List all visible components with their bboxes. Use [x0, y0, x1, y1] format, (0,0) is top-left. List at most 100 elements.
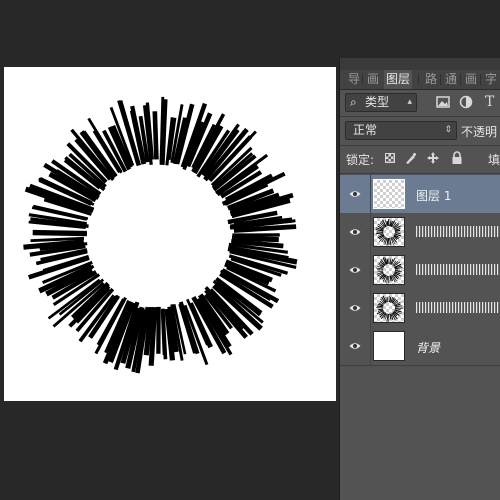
name-stripe — [431, 302, 433, 313]
name-stripe — [437, 226, 439, 237]
name-stripe — [428, 302, 430, 313]
name-stripe — [455, 264, 457, 275]
blend-mode-dropdown[interactable]: 正常 ⇕ — [345, 121, 457, 140]
eye-icon[interactable] — [349, 302, 361, 314]
name-stripe — [449, 226, 451, 237]
layer-row-layer-1[interactable]: 图层 1 — [340, 175, 500, 214]
name-stripe — [419, 302, 421, 313]
panel-tab-bar: 导 画 图层 路 通 画 字 — [340, 70, 500, 90]
visibility-toggle[interactable] — [340, 213, 371, 251]
fill-label: 填 — [488, 153, 500, 167]
visibility-toggle[interactable] — [340, 251, 371, 289]
name-stripe — [416, 264, 418, 275]
name-stripe — [425, 226, 427, 237]
layers-panel: 导 画 图层 路 通 画 字 ⌕ 类型 ▴ T 正常 ⇕ 不透明 锁定: 填 图… — [339, 58, 500, 500]
name-stripe — [428, 226, 430, 237]
eye-icon[interactable] — [349, 226, 361, 238]
name-stripe — [440, 226, 442, 237]
name-stripe — [485, 264, 487, 275]
name-stripe — [476, 302, 478, 313]
layer-name-stripes[interactable] — [416, 264, 500, 275]
name-stripe — [491, 302, 493, 313]
name-stripe — [464, 264, 466, 275]
image-icon[interactable] — [436, 96, 450, 108]
burst-stroke — [376, 267, 384, 270]
lock-all-icon[interactable] — [451, 151, 463, 165]
name-stripe — [497, 302, 499, 313]
layer-row-background[interactable]: 背景 — [340, 327, 500, 366]
tab-navigator[interactable]: 导 — [346, 70, 362, 89]
name-stripe — [431, 264, 433, 275]
eye-icon[interactable] — [349, 340, 361, 352]
burst-stroke — [389, 237, 392, 246]
name-stripe — [422, 302, 424, 313]
burst-stroke — [231, 235, 279, 243]
burst-thumbnail-graphic — [375, 219, 402, 246]
adjustment-icon[interactable] — [459, 95, 473, 109]
layer-name-stripes[interactable] — [416, 302, 500, 313]
tab-channels[interactable]: 通 — [443, 70, 459, 89]
name-stripe — [473, 302, 475, 313]
name-stripe — [443, 226, 445, 237]
name-stripe — [473, 264, 475, 275]
burst-stroke — [389, 258, 392, 265]
name-stripe — [485, 226, 487, 237]
tab-history[interactable]: 画 — [365, 70, 381, 89]
eye-icon[interactable] — [349, 264, 361, 276]
visibility-toggle[interactable] — [340, 289, 371, 327]
name-stripe — [482, 302, 484, 313]
layer-name[interactable]: 图层 1 — [416, 187, 451, 204]
filter-type-label: 类型 — [365, 95, 390, 109]
visibility-toggle[interactable] — [340, 175, 371, 213]
name-stripe — [488, 264, 490, 275]
lock-transparent-pixels-icon[interactable] — [385, 153, 395, 163]
name-stripe — [458, 226, 460, 237]
burst-stroke — [159, 99, 168, 166]
layer-row-burst-copy-2[interactable] — [340, 251, 500, 290]
layer-thumbnail — [373, 293, 405, 323]
layer-filter-dropdown[interactable]: ⌕ 类型 ▴ — [345, 93, 417, 112]
document-canvas[interactable] — [4, 67, 336, 401]
lock-image-pixels-icon[interactable] — [404, 152, 417, 165]
burst-stroke — [376, 232, 384, 235]
name-stripe — [461, 264, 463, 275]
layer-name[interactable]: 背景 — [416, 339, 440, 356]
tab-brush[interactable]: 画 — [463, 70, 479, 89]
name-stripe — [494, 226, 496, 237]
name-stripe — [461, 302, 463, 313]
name-stripe — [494, 302, 496, 313]
burst-stroke — [389, 296, 392, 303]
name-stripe — [479, 226, 481, 237]
name-stripe — [491, 226, 493, 237]
name-stripe — [476, 226, 478, 237]
name-stripe — [446, 302, 448, 313]
burst-stroke — [395, 308, 401, 310]
name-stripe — [419, 226, 421, 237]
tab-paths[interactable]: 路 — [423, 70, 439, 89]
tab-character[interactable]: 字 — [483, 70, 499, 89]
radial-burst-artwork — [23, 96, 298, 374]
tab-layers[interactable]: 图层 — [384, 70, 413, 89]
name-stripe — [452, 226, 454, 237]
name-stripe — [452, 302, 454, 313]
name-stripe — [446, 226, 448, 237]
visibility-toggle[interactable] — [340, 327, 371, 365]
name-stripe — [455, 226, 457, 237]
name-stripe — [434, 226, 436, 237]
name-stripe — [479, 264, 481, 275]
burst-thumbnail-graphic — [375, 295, 403, 322]
burst-stroke — [395, 232, 401, 235]
text-icon[interactable]: T — [485, 95, 494, 109]
eye-icon[interactable] — [349, 188, 361, 200]
layer-name-stripes[interactable] — [416, 226, 500, 237]
name-stripe — [443, 302, 445, 313]
name-stripe — [440, 302, 442, 313]
blend-mode-value: 正常 — [353, 123, 378, 137]
name-stripe — [422, 264, 424, 275]
name-stripe — [452, 264, 454, 275]
lock-position-icon[interactable] — [426, 151, 440, 165]
name-stripe — [470, 302, 472, 313]
layer-row-burst[interactable] — [340, 289, 500, 328]
layer-row-burst-copy-1[interactable] — [340, 213, 500, 252]
name-stripe — [467, 226, 469, 237]
